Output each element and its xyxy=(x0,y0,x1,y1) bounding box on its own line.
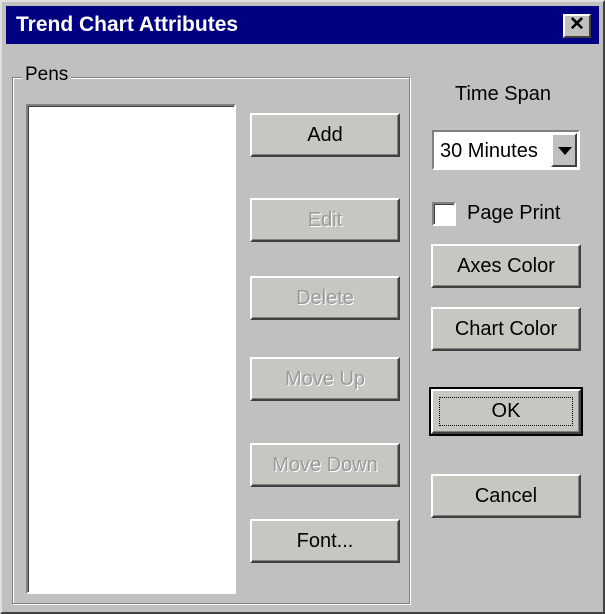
delete-pen-button[interactable]: Delete xyxy=(250,276,400,320)
time-span-select[interactable]: 30 Minutes xyxy=(432,130,580,170)
font-button[interactable]: Font... xyxy=(250,519,400,563)
pens-group-label: Pens xyxy=(22,64,72,86)
dialog-title: Trend Chart Attributes xyxy=(16,13,239,36)
time-span-value: 30 Minutes xyxy=(440,140,538,162)
page-print-label: Page Print xyxy=(467,202,561,224)
axes-color-button[interactable]: Axes Color xyxy=(431,244,581,288)
page-print-checkbox[interactable] xyxy=(432,202,456,226)
ok-button-label: OK xyxy=(491,400,521,422)
close-button[interactable]: ✕ xyxy=(563,14,591,38)
move-up-button[interactable]: Move Up xyxy=(250,357,400,401)
chart-color-button[interactable]: Chart Color xyxy=(431,307,581,351)
ok-button[interactable]: OK xyxy=(431,389,581,434)
title-bar: Trend Chart Attributes xyxy=(6,6,599,44)
cancel-button[interactable]: Cancel xyxy=(431,474,581,518)
chevron-down-icon[interactable] xyxy=(551,133,577,167)
time-span-label: Time Span xyxy=(455,83,551,105)
edit-pen-button[interactable]: Edit xyxy=(250,198,400,242)
close-icon: ✕ xyxy=(569,14,585,35)
add-pen-button[interactable]: Add xyxy=(250,113,400,157)
pens-listbox[interactable] xyxy=(26,104,236,594)
move-down-button[interactable]: Move Down xyxy=(250,443,400,487)
ok-button-default-frame: OK xyxy=(429,387,583,436)
